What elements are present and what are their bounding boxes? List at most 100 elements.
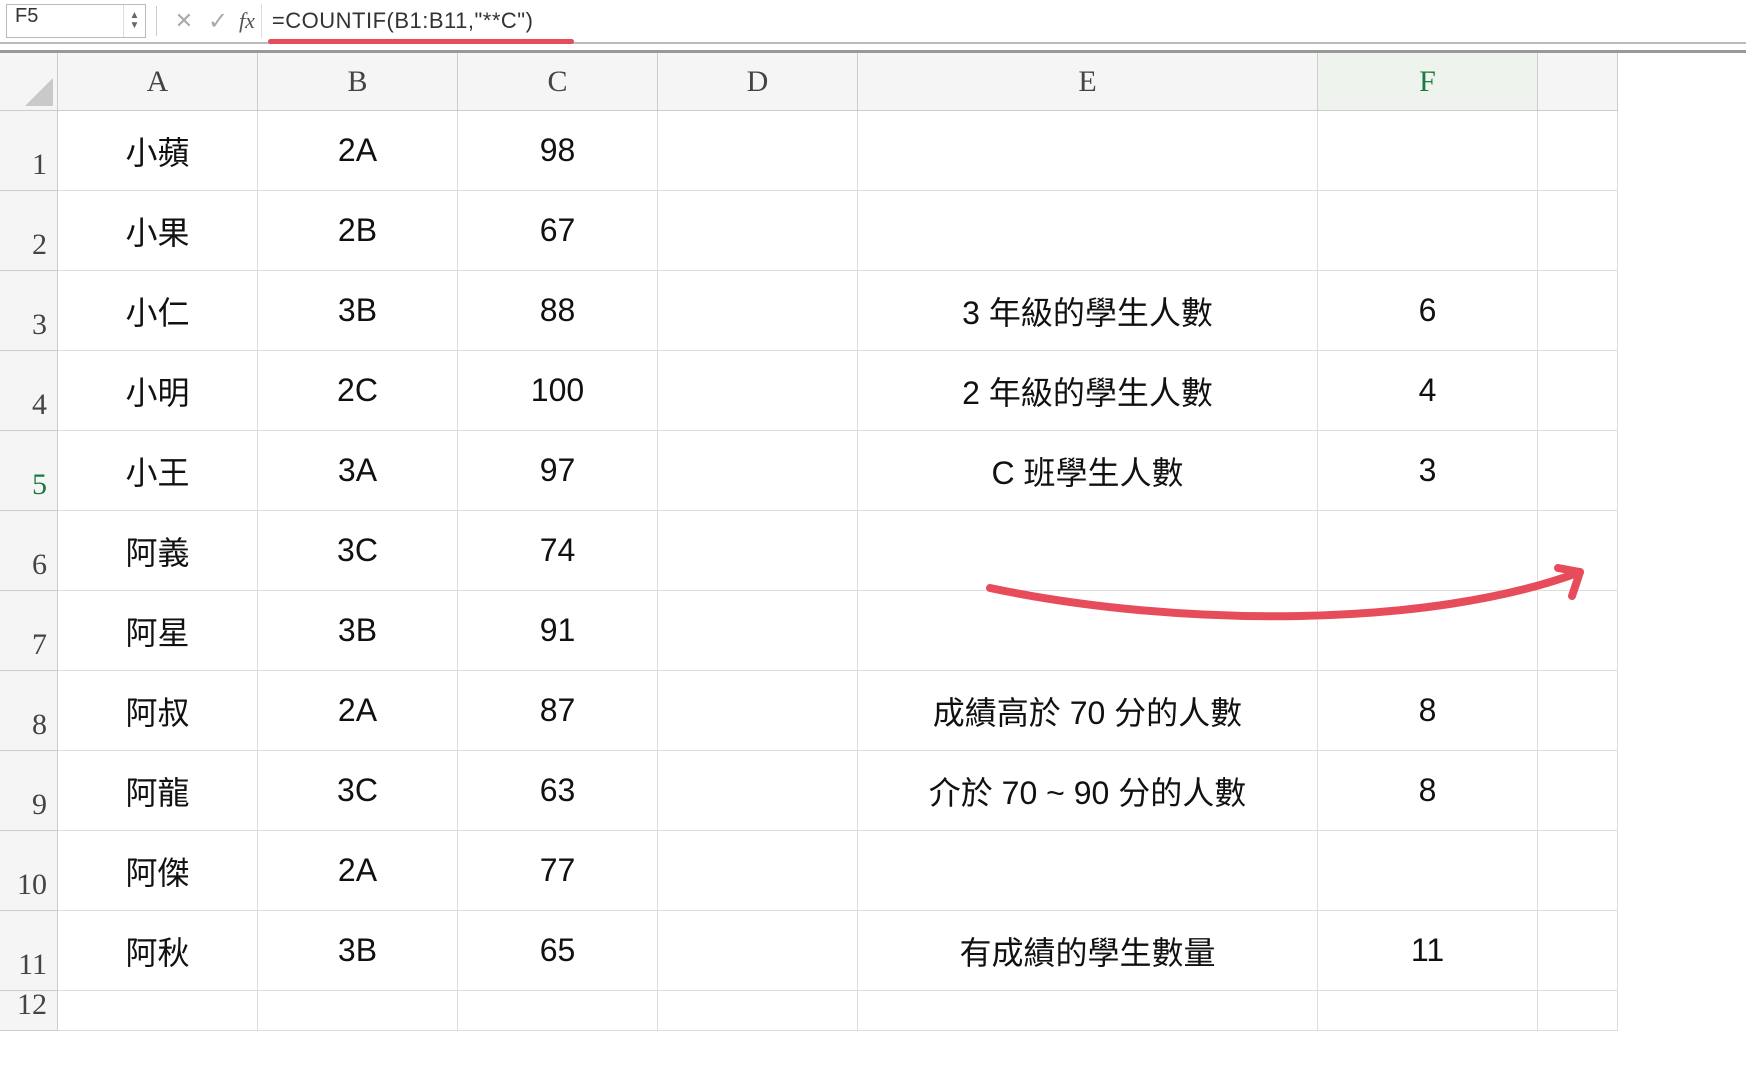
cell-extra-8[interactable]	[1538, 671, 1618, 751]
cell-D3[interactable]	[658, 271, 858, 351]
cell-E2[interactable]	[858, 191, 1318, 271]
row-header-11[interactable]: 11	[0, 911, 58, 991]
cell-C4[interactable]: 100	[458, 351, 658, 431]
cell-extra-3[interactable]	[1538, 271, 1618, 351]
cell-F8[interactable]: 8	[1318, 671, 1538, 751]
cell-C11[interactable]: 65	[458, 911, 658, 991]
accept-button[interactable]: ✓	[201, 4, 235, 38]
column-header-A[interactable]: A	[58, 53, 258, 111]
cell-F7[interactable]	[1318, 591, 1538, 671]
cell-A12[interactable]	[58, 991, 258, 1031]
row-header-7[interactable]: 7	[0, 591, 58, 671]
cell-A1[interactable]: 小蘋	[58, 111, 258, 191]
cell-extra-9[interactable]	[1538, 751, 1618, 831]
name-box-stepper[interactable]: ▲ ▼	[123, 5, 145, 37]
cell-E5[interactable]: C 班學生人數	[858, 431, 1318, 511]
cell-extra-12[interactable]	[1538, 991, 1618, 1031]
cell-C8[interactable]: 87	[458, 671, 658, 751]
row-header-2[interactable]: 2	[0, 191, 58, 271]
cell-C3[interactable]: 88	[458, 271, 658, 351]
cell-A4[interactable]: 小明	[58, 351, 258, 431]
spreadsheet-grid[interactable]: ABCDEF1小蘋2A982小果2B673小仁3B883 年級的學生人數64小明…	[0, 50, 1746, 1031]
cell-D2[interactable]	[658, 191, 858, 271]
cell-B4[interactable]: 2C	[258, 351, 458, 431]
cell-C1[interactable]: 98	[458, 111, 658, 191]
cell-B11[interactable]: 3B	[258, 911, 458, 991]
cell-D6[interactable]	[658, 511, 858, 591]
cancel-button[interactable]: ✕	[167, 4, 201, 38]
cell-F5[interactable]: 3	[1318, 431, 1538, 511]
cell-B12[interactable]	[258, 991, 458, 1031]
cell-F4[interactable]: 4	[1318, 351, 1538, 431]
cell-D5[interactable]	[658, 431, 858, 511]
cell-F1[interactable]	[1318, 111, 1538, 191]
cell-D8[interactable]	[658, 671, 858, 751]
cell-E7[interactable]	[858, 591, 1318, 671]
cell-E8[interactable]: 成績高於 70 分的人數	[858, 671, 1318, 751]
column-header-B[interactable]: B	[258, 53, 458, 111]
cell-F6[interactable]	[1318, 511, 1538, 591]
cell-B10[interactable]: 2A	[258, 831, 458, 911]
cell-A9[interactable]: 阿龍	[58, 751, 258, 831]
cell-C9[interactable]: 63	[458, 751, 658, 831]
cell-D4[interactable]	[658, 351, 858, 431]
cell-E6[interactable]	[858, 511, 1318, 591]
column-header-F[interactable]: F	[1318, 53, 1538, 111]
column-header-D[interactable]: D	[658, 53, 858, 111]
select-all-corner[interactable]	[0, 53, 58, 111]
cell-B1[interactable]: 2A	[258, 111, 458, 191]
cell-extra-2[interactable]	[1538, 191, 1618, 271]
cell-D9[interactable]	[658, 751, 858, 831]
cell-A6[interactable]: 阿義	[58, 511, 258, 591]
cell-E10[interactable]	[858, 831, 1318, 911]
stepper-down-icon[interactable]: ▼	[130, 21, 140, 31]
name-box[interactable]: F5	[7, 5, 123, 37]
cell-C7[interactable]: 91	[458, 591, 658, 671]
cell-A11[interactable]: 阿秋	[58, 911, 258, 991]
cell-extra-6[interactable]	[1538, 511, 1618, 591]
cell-extra-11[interactable]	[1538, 911, 1618, 991]
row-header-4[interactable]: 4	[0, 351, 58, 431]
cell-E12[interactable]	[858, 991, 1318, 1031]
row-header-9[interactable]: 9	[0, 751, 58, 831]
column-header-C[interactable]: C	[458, 53, 658, 111]
cell-extra-4[interactable]	[1538, 351, 1618, 431]
cell-A7[interactable]: 阿星	[58, 591, 258, 671]
row-header-12[interactable]: 12	[0, 991, 58, 1031]
cell-E11[interactable]: 有成績的學生數量	[858, 911, 1318, 991]
cell-extra-1[interactable]	[1538, 111, 1618, 191]
row-header-5[interactable]: 5	[0, 431, 58, 511]
row-header-6[interactable]: 6	[0, 511, 58, 591]
cell-D1[interactable]	[658, 111, 858, 191]
cell-C10[interactable]: 77	[458, 831, 658, 911]
cell-F10[interactable]	[1318, 831, 1538, 911]
row-header-8[interactable]: 8	[0, 671, 58, 751]
cell-A10[interactable]: 阿傑	[58, 831, 258, 911]
cell-F9[interactable]: 8	[1318, 751, 1538, 831]
cell-E3[interactable]: 3 年級的學生人數	[858, 271, 1318, 351]
cell-B8[interactable]: 2A	[258, 671, 458, 751]
cell-E9[interactable]: 介於 70 ~ 90 分的人數	[858, 751, 1318, 831]
cell-E1[interactable]	[858, 111, 1318, 191]
cell-D7[interactable]	[658, 591, 858, 671]
row-header-3[interactable]: 3	[0, 271, 58, 351]
cell-A8[interactable]: 阿叔	[58, 671, 258, 751]
cell-C6[interactable]: 74	[458, 511, 658, 591]
cell-extra-10[interactable]	[1538, 831, 1618, 911]
row-header-10[interactable]: 10	[0, 831, 58, 911]
cell-D11[interactable]	[658, 911, 858, 991]
cell-extra-5[interactable]	[1538, 431, 1618, 511]
cell-A2[interactable]: 小果	[58, 191, 258, 271]
cell-D12[interactable]	[658, 991, 858, 1031]
cell-F3[interactable]: 6	[1318, 271, 1538, 351]
cell-B2[interactable]: 2B	[258, 191, 458, 271]
cell-A3[interactable]: 小仁	[58, 271, 258, 351]
cell-B6[interactable]: 3C	[258, 511, 458, 591]
row-header-1[interactable]: 1	[0, 111, 58, 191]
cell-B9[interactable]: 3C	[258, 751, 458, 831]
cell-C12[interactable]	[458, 991, 658, 1031]
cell-F2[interactable]	[1318, 191, 1538, 271]
cell-C2[interactable]: 67	[458, 191, 658, 271]
formula-input[interactable]: =COUNTIF(B1:B11,"**C")	[272, 8, 534, 34]
cell-B7[interactable]: 3B	[258, 591, 458, 671]
